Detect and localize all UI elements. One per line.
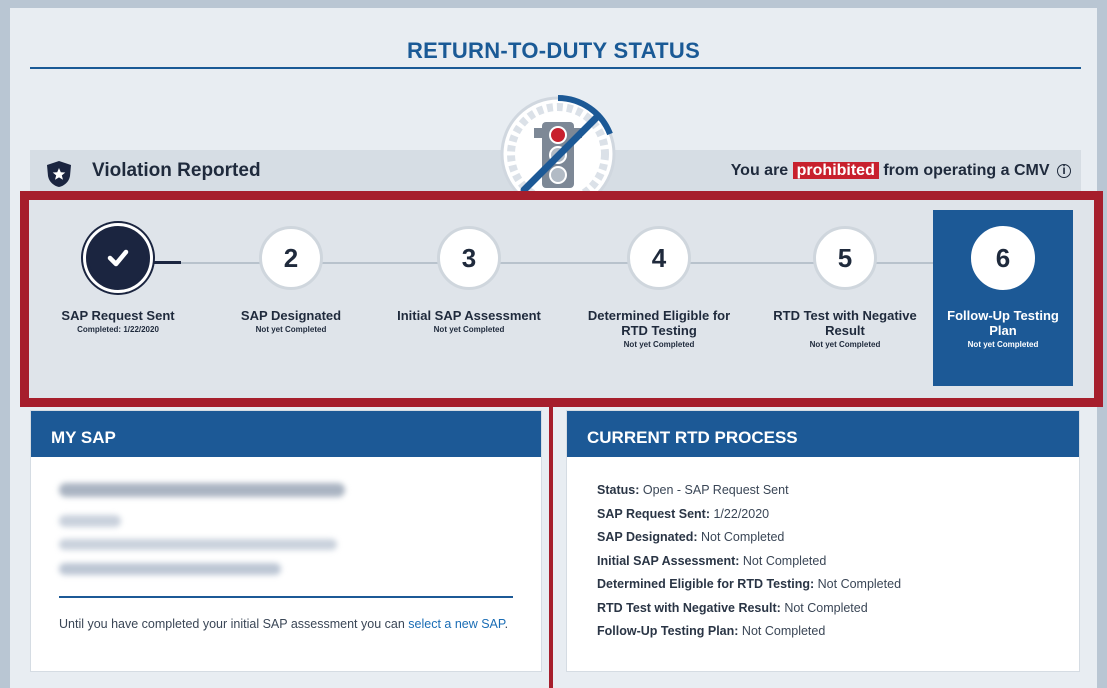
step-sap-designated[interactable]: 2 SAP Designated Not yet Completed [211, 210, 371, 386]
rtd-key: Follow-Up Testing Plan: [597, 624, 739, 638]
step-status: Not yet Completed [623, 340, 695, 349]
step-number: 2 [259, 226, 323, 290]
rtd-value: Not Completed [784, 600, 868, 615]
my-sap-divider [59, 596, 513, 598]
rtd-key: Initial SAP Assessment: [597, 553, 740, 568]
step-rtd-test-negative[interactable]: 5 RTD Test with Negative Result Not yet … [755, 210, 935, 386]
panel-divider [549, 405, 553, 688]
step-status: Completed: 1/22/2020 [77, 325, 159, 334]
rtd-value: Not Completed [742, 553, 827, 568]
select-new-sap-link[interactable]: select a new SAP [408, 617, 504, 631]
step-number: 5 [813, 226, 877, 290]
redacted-sap-detail [59, 515, 121, 527]
rtd-row-determined-eligible: Determined Eligible for RTD Testing: Not… [597, 573, 901, 597]
sap-note-text: Until you have completed your initial SA… [59, 617, 409, 631]
title-divider [30, 67, 1081, 69]
rtd-steps-tracker: SAP Request Sent Completed: 1/22/2020 2 … [20, 191, 1103, 407]
info-icon[interactable]: i [1057, 164, 1071, 178]
step-status: Not yet Completed [433, 325, 505, 334]
step-name: SAP Request Sent [61, 308, 175, 323]
rtd-value: Open - SAP Request Sent [642, 483, 789, 497]
rtd-key: SAP Designated: [597, 530, 698, 544]
step-complete-circle [86, 226, 150, 290]
prohibited-suffix: from operating a CMV [883, 162, 1050, 179]
my-sap-panel: MY SAP Until you have completed your ini… [30, 410, 542, 672]
current-rtd-panel: CURRENT RTD PROCESS Status: Open - SAP R… [566, 410, 1080, 672]
rtd-row-sap-designated: SAP Designated: Not Completed [597, 526, 901, 550]
rtd-key: Status: [597, 483, 640, 497]
rtd-value: Not Completed [817, 577, 902, 591]
rtd-value: Not Completed [741, 624, 826, 638]
rtd-row-sap-request-sent: SAP Request Sent: 1/22/2020 [597, 503, 901, 527]
rtd-row-initial-assessment: Initial SAP Assessment: Not Completed [597, 550, 901, 574]
step-determined-eligible[interactable]: 4 Determined Eligible for RTD Testing No… [569, 210, 749, 386]
step-sap-request-sent[interactable]: SAP Request Sent Completed: 1/22/2020 [53, 210, 183, 386]
step-status: Not yet Completed [255, 325, 327, 334]
redacted-sap-address [59, 539, 337, 550]
rtd-row-rtd-test: RTD Test with Negative Result: Not Compl… [597, 597, 901, 621]
step-number: 4 [627, 226, 691, 290]
current-rtd-header: CURRENT RTD PROCESS [567, 411, 1079, 457]
step-name: Initial SAP Assessment [397, 308, 541, 323]
step-initial-sap-assessment[interactable]: 3 Initial SAP Assessment Not yet Complet… [379, 210, 559, 386]
step-status: Not yet Completed [809, 340, 881, 349]
step-number: 3 [437, 226, 501, 290]
checkmark-icon [107, 249, 129, 267]
prohibited-badge: prohibited [792, 162, 879, 179]
rtd-value: Not Completed [700, 530, 785, 544]
redacted-sap-email [59, 563, 281, 575]
rtd-row-status: Status: Open - SAP Request Sent [597, 479, 901, 503]
step-number: 6 [971, 226, 1035, 290]
completed-connector [153, 261, 181, 264]
redacted-sap-name [59, 483, 345, 497]
step-name: Follow-Up Testing Plan [947, 308, 1059, 338]
prohibited-prefix: You are [730, 162, 789, 179]
step-follow-up-testing-plan[interactable]: 6 Follow-Up Testing Plan Not yet Complet… [933, 210, 1073, 386]
rtd-key: RTD Test with Negative Result: [597, 600, 781, 615]
shield-star-icon [47, 161, 71, 187]
rtd-value: 1/22/2020 [713, 506, 770, 521]
sap-note-end: . [504, 617, 509, 631]
violation-label: Violation Reported [92, 160, 261, 181]
step-name: Determined Eligible for RTD Testing [587, 308, 731, 338]
my-sap-header: MY SAP [31, 411, 541, 457]
rtd-row-follow-up-plan: Follow-Up Testing Plan: Not Completed [597, 620, 901, 644]
rtd-detail-list: Status: Open - SAP Request Sent SAP Requ… [597, 479, 901, 644]
rtd-key: Determined Eligible for RTD Testing: [597, 577, 815, 591]
rtd-key: SAP Request Sent: [597, 506, 710, 521]
page-title: RETURN-TO-DUTY STATUS [406, 38, 701, 63]
select-new-sap-note: Until you have completed your initial SA… [59, 615, 517, 634]
step-name: RTD Test with Negative Result [773, 308, 917, 338]
step-name: SAP Designated [240, 308, 342, 323]
step-status: Not yet Completed [967, 340, 1039, 349]
prohibited-status: You are prohibited from operating a CMV … [731, 162, 1071, 180]
